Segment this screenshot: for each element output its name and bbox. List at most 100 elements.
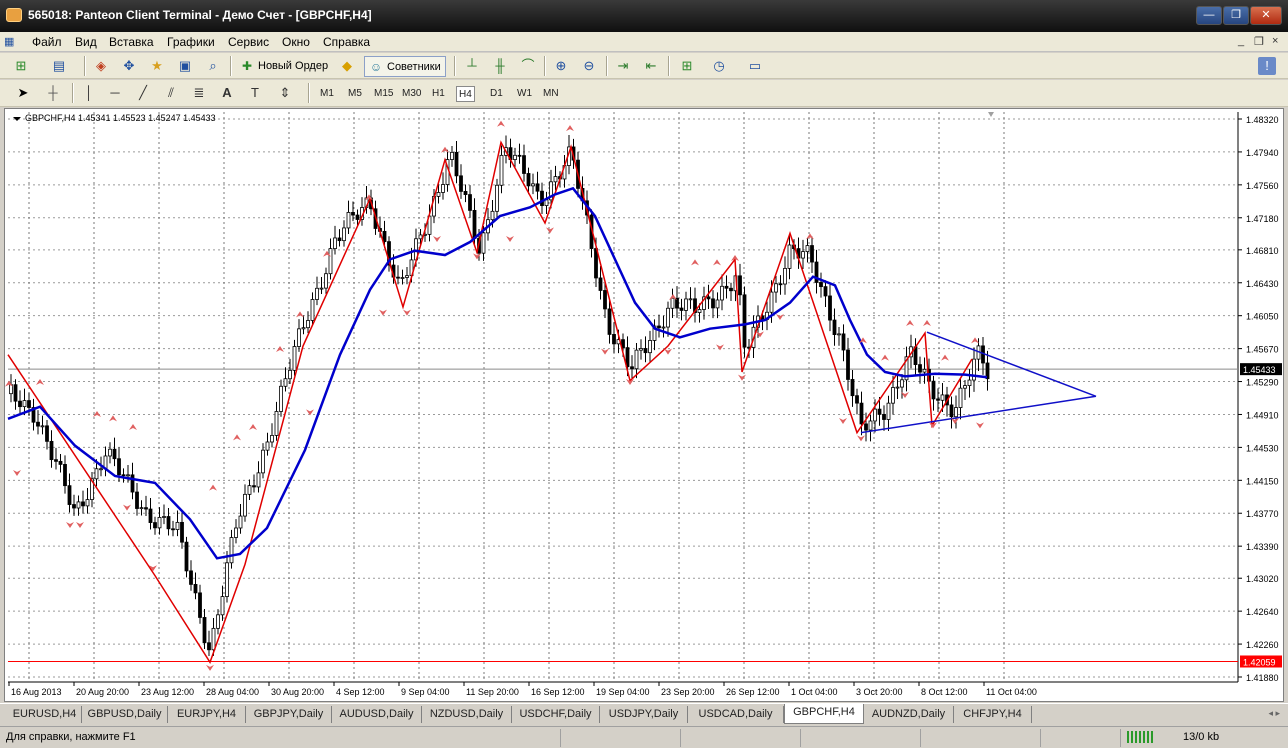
candle-body — [270, 435, 274, 443]
candle-body — [117, 458, 121, 476]
candle-body — [436, 192, 441, 197]
expert-advisors-button[interactable]: ☺ Советники — [364, 56, 446, 77]
tab-nzdusd-daily[interactable]: NZDUSD,Daily — [422, 706, 512, 723]
chart-doc-icon[interactable]: ▦ — [4, 35, 14, 48]
profiles-icon[interactable]: ▤ — [50, 57, 68, 75]
vertical-line-icon[interactable]: │ — [80, 84, 98, 102]
terminal-icon[interactable]: ▣ — [176, 57, 194, 75]
zoom-out-icon[interactable]: ⊖ — [580, 57, 598, 75]
cursor-icon[interactable]: ➤ — [14, 84, 32, 102]
tab-usdchf-daily[interactable]: USDCHF,Daily — [512, 706, 600, 723]
time-tick-label: 9 Sep 04:00 — [401, 687, 450, 697]
periods-icon[interactable]: ◷ — [710, 57, 728, 75]
strategy-tester-icon[interactable]: ⌕ — [204, 57, 222, 75]
candle-body — [234, 527, 238, 538]
tab-audnzd-daily[interactable]: AUDNZD,Daily — [864, 706, 954, 723]
timeframe-d1[interactable]: D1 — [488, 86, 505, 102]
candle-body — [261, 449, 265, 474]
bar-chart-icon[interactable]: ┴ — [463, 57, 481, 75]
zoom-in-icon[interactable]: ⊕ — [552, 57, 570, 75]
candle-body — [162, 516, 166, 518]
equidistant-channel-icon[interactable]: ⫽ — [162, 84, 180, 102]
menu-charts[interactable]: Графики — [167, 35, 215, 49]
horizontal-line-icon[interactable]: ─ — [106, 84, 124, 102]
trendline-icon[interactable]: ╱ — [134, 84, 152, 102]
candle-body — [832, 319, 837, 335]
timeframe-mn[interactable]: MN — [541, 86, 561, 102]
time-tick-label: 30 Aug 20:00 — [271, 687, 324, 697]
menu-file[interactable]: Файл — [32, 35, 62, 49]
timeframe-h1[interactable]: H1 — [430, 86, 447, 102]
metaeditor-icon[interactable]: ◆ — [338, 57, 356, 75]
price-tick-label: 1.46430 — [1246, 279, 1279, 289]
candle-body — [292, 346, 297, 371]
mdi-minimize-button[interactable]: _ — [1238, 35, 1244, 47]
timeframe-m5[interactable]: M5 — [346, 86, 364, 102]
close-button[interactable]: ✕ — [1250, 6, 1282, 25]
candle-body — [189, 570, 193, 585]
candle-body — [666, 307, 670, 328]
time-tick-label: 11 Oct 04:00 — [986, 687, 1037, 697]
candle-body — [454, 151, 459, 177]
text-label-icon[interactable]: T — [246, 84, 264, 102]
tab-audusd-daily[interactable]: AUDUSD,Daily — [332, 706, 422, 723]
candle-body — [805, 245, 810, 253]
tab-gbpchf-h4[interactable]: GBPCHF,H4 — [784, 704, 864, 724]
timeframe-w1[interactable]: W1 — [515, 86, 534, 102]
tab-scroll-arrows[interactable]: ◂ ▸ — [1268, 708, 1280, 719]
candle-body — [58, 460, 63, 465]
tab-chfjpy-h4[interactable]: CHFJPY,H4 — [954, 706, 1032, 723]
auto-scroll-icon[interactable]: ⇥ — [614, 57, 632, 75]
price-tick-label: 1.44910 — [1246, 410, 1279, 420]
tab-eurjpy-h4[interactable]: EURJPY,H4 — [168, 706, 246, 723]
text-icon[interactable]: A — [218, 84, 236, 102]
current-price-label: 1.45433 — [1243, 365, 1276, 375]
price-chart[interactable]: 1.48320 1.47940 1.47560 1.47180 1.46810 1.464… — [5, 109, 1283, 701]
data-window-icon[interactable]: ✥ — [120, 57, 138, 75]
menu-view[interactable]: Вид — [75, 35, 97, 49]
mdi-restore-button[interactable]: ❐ — [1254, 35, 1264, 48]
candle-body — [99, 468, 103, 471]
status-divider — [1120, 729, 1121, 747]
tab-usdjpy-daily[interactable]: USDJPY,Daily — [600, 706, 688, 723]
mdi-close-button[interactable]: × — [1272, 35, 1278, 47]
candle-body — [148, 508, 153, 523]
timeframe-m1[interactable]: M1 — [318, 86, 336, 102]
chart-shift-icon[interactable]: ⇤ — [642, 57, 660, 75]
timeframe-m30[interactable]: M30 — [400, 86, 423, 102]
line-chart-icon[interactable]: ⌒ — [519, 57, 537, 75]
indicators-icon[interactable]: ⊞ — [678, 57, 696, 75]
templates-icon[interactable]: ▭ — [746, 57, 764, 75]
menu-tools[interactable]: Сервис — [228, 35, 269, 49]
help-icon[interactable]: ! — [1258, 57, 1276, 75]
market-watch-icon[interactable]: ◈ — [92, 57, 110, 75]
candle-body — [648, 340, 652, 354]
candle-body — [481, 232, 486, 254]
navigator-icon[interactable]: ★ — [148, 57, 166, 75]
timeframe-h4[interactable]: H4 — [456, 86, 475, 102]
menu-insert[interactable]: Вставка — [109, 35, 154, 49]
new-order-button[interactable]: ✚ Новый Ордер — [236, 56, 332, 77]
candle-body — [76, 501, 81, 509]
chart-header-text: GBPCHF,H4 1.45341 1.45523 1.45247 1.4543… — [25, 113, 216, 123]
tab-eurusd-h4[interactable]: EURUSD,H4 — [8, 706, 82, 723]
crosshair-icon[interactable]: ┼ — [44, 84, 62, 102]
minimize-button[interactable]: — — [1196, 6, 1222, 25]
candle-body — [868, 420, 873, 431]
menu-window[interactable]: Окно — [282, 35, 310, 49]
candle-body — [603, 290, 607, 310]
new-chart-icon[interactable]: ⊞ — [12, 57, 30, 75]
tab-usdcad-daily[interactable]: USDCAD,Daily — [688, 706, 784, 723]
maximize-button[interactable]: ❐ — [1223, 6, 1249, 25]
fibonacci-icon[interactable]: ≣ — [190, 84, 208, 102]
timeframe-m15[interactable]: M15 — [372, 86, 395, 102]
tab-gbpusd-daily[interactable]: GBPUSD,Daily — [82, 706, 168, 723]
arrows-icon[interactable]: ⇕ — [276, 84, 294, 102]
menu-help[interactable]: Справка — [323, 35, 370, 49]
tab-gbpjpy-daily[interactable]: GBPJPY,Daily — [246, 706, 332, 723]
chart-window[interactable]: 1.48320 1.47940 1.47560 1.47180 1.46810 1.464… — [4, 108, 1284, 702]
candle-body — [940, 394, 945, 401]
price-tick-label: 1.45290 — [1246, 378, 1279, 388]
candle-body — [706, 296, 711, 300]
candlestick-icon[interactable]: ╫ — [491, 57, 509, 75]
